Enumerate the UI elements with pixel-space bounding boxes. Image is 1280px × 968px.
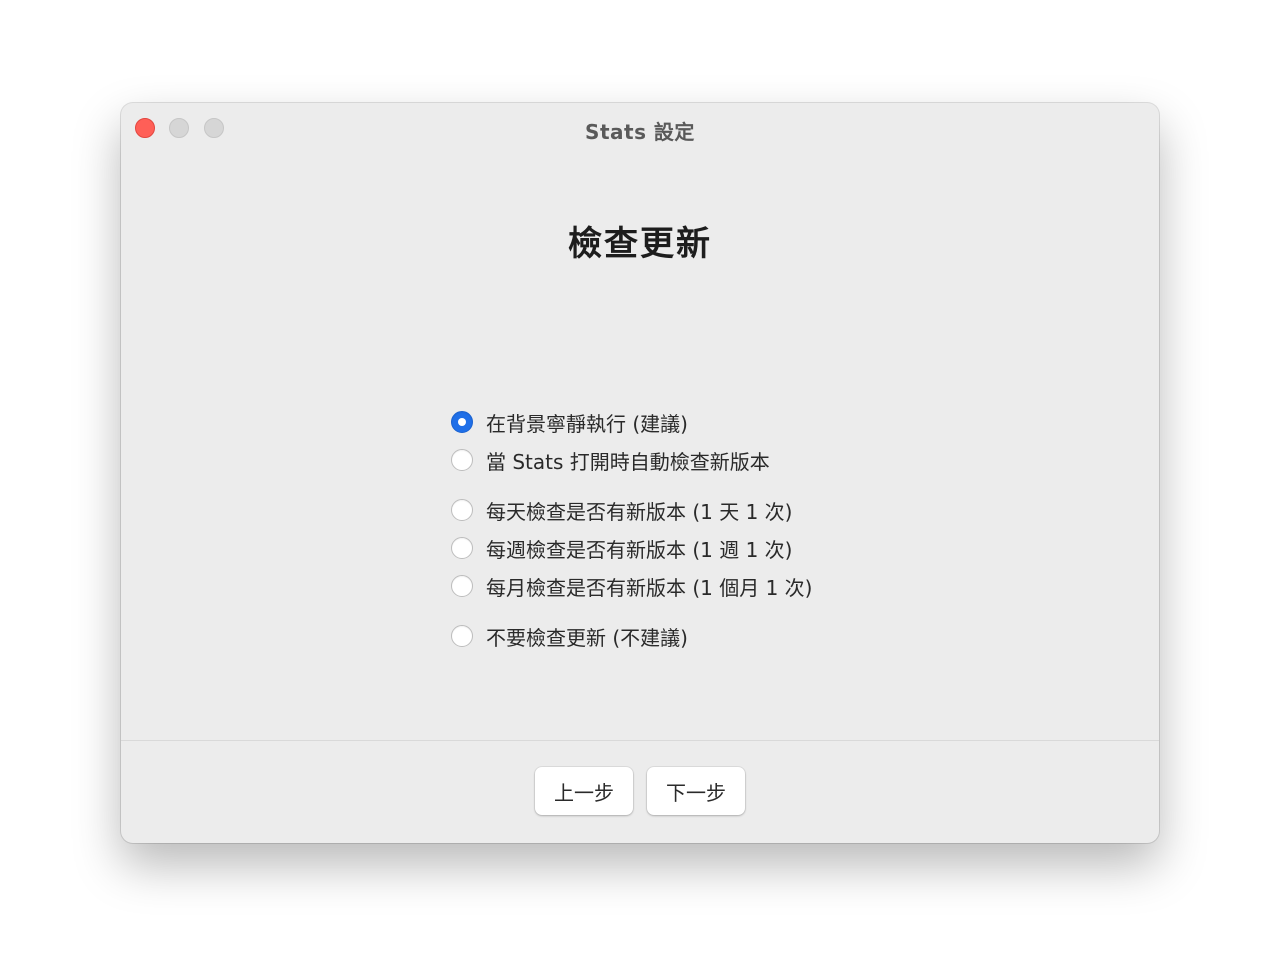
page-title: 檢查更新	[568, 224, 712, 264]
option-label[interactable]: 不要檢查更新 (不建議)	[486, 622, 688, 651]
radio-button[interactable]	[451, 411, 473, 433]
option-check-on-launch[interactable]: 當 Stats 打開時自動檢查新版本	[451, 446, 770, 475]
option-label[interactable]: 在背景寧靜執行 (建議)	[486, 408, 688, 437]
radio-button[interactable]	[451, 537, 473, 559]
settings-window: Stats 設定 檢查更新 在背景寧靜執行 (建議) 當 Stats 打開時自動…	[121, 103, 1159, 843]
footer-divider	[121, 740, 1159, 741]
radio-button[interactable]	[451, 499, 473, 521]
previous-step-button[interactable]: 上一步	[535, 767, 633, 815]
option-label[interactable]: 每天檢查是否有新版本 (1 天 1 次)	[486, 496, 792, 525]
radio-button[interactable]	[451, 575, 473, 597]
title-bar[interactable]: Stats 設定	[121, 103, 1159, 153]
option-label[interactable]: 每月檢查是否有新版本 (1 個月 1 次)	[486, 572, 812, 601]
radio-button[interactable]	[451, 625, 473, 647]
option-check-daily[interactable]: 每天檢查是否有新版本 (1 天 1 次)	[451, 496, 792, 525]
option-label[interactable]: 每週檢查是否有新版本 (1 週 1 次)	[486, 534, 792, 563]
option-background-silent[interactable]: 在背景寧靜執行 (建議)	[451, 408, 688, 437]
window-title: Stats 設定	[585, 120, 695, 144]
option-label[interactable]: 當 Stats 打開時自動檢查新版本	[486, 446, 770, 475]
option-never-check[interactable]: 不要檢查更新 (不建議)	[451, 622, 688, 651]
next-step-button[interactable]: 下一步	[647, 767, 745, 815]
radio-button[interactable]	[451, 449, 473, 471]
option-check-monthly[interactable]: 每月檢查是否有新版本 (1 個月 1 次)	[451, 572, 812, 601]
option-check-weekly[interactable]: 每週檢查是否有新版本 (1 週 1 次)	[451, 534, 792, 563]
